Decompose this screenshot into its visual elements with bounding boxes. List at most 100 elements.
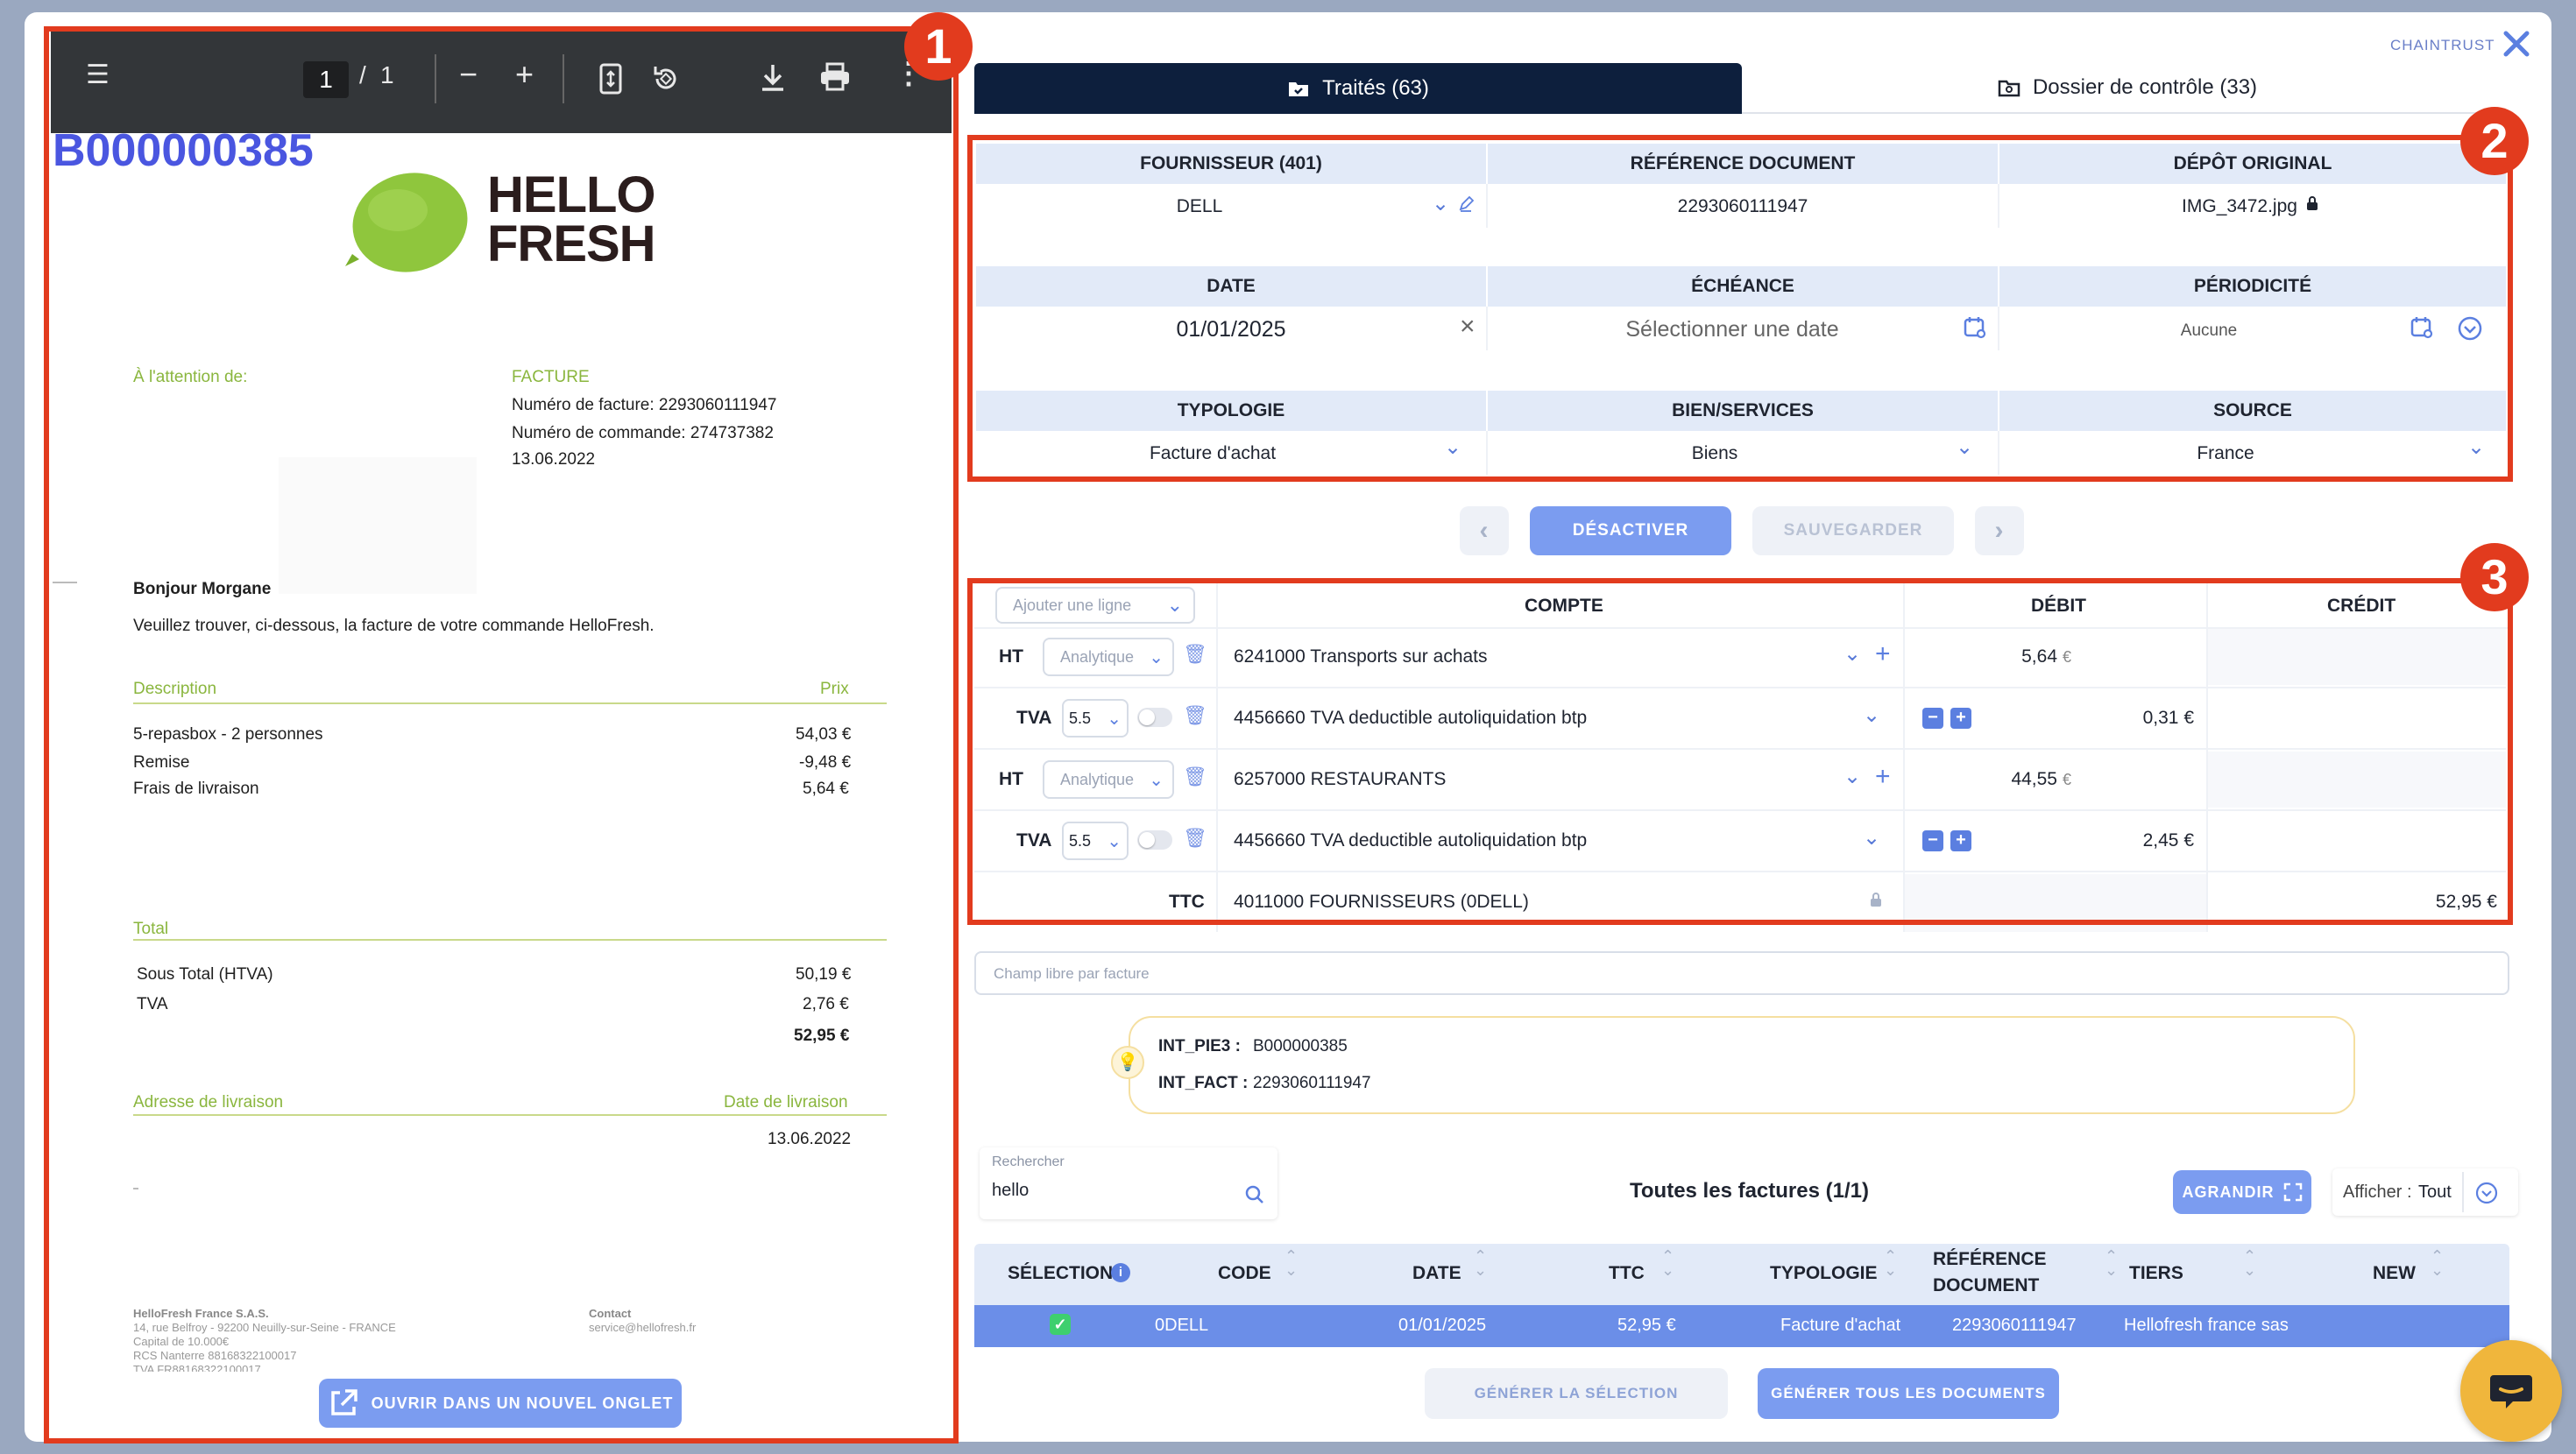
col-typologie[interactable]: TYPOLOGIE (1770, 1263, 1878, 1284)
chevron-down-icon[interactable]: ⌄ (1432, 191, 1449, 216)
calendar-search-icon[interactable] (2410, 315, 2434, 340)
entry-debit[interactable]: 44,55 (1980, 769, 2057, 790)
bien-services-select[interactable]: Biens (1488, 434, 1942, 473)
plus-button[interactable]: + (1950, 830, 1971, 851)
add-line-select[interactable]: Ajouter une ligne ⌄ (995, 587, 1195, 624)
analytique-select[interactable]: Analytique ⌄ (1043, 638, 1174, 676)
source-select[interactable]: France (1999, 434, 2452, 473)
tab-dossier-controle[interactable]: Dossier de contrôle (33) (1742, 63, 2513, 114)
calendar-search-icon[interactable] (1963, 315, 1987, 340)
open-new-tab-button[interactable]: OUVRIR DANS UN NOUVEL ONGLET (319, 1379, 682, 1428)
trash-icon[interactable]: 🗑 (1183, 827, 1207, 850)
chevron-circle-icon[interactable] (2474, 1181, 2499, 1205)
chat-widget-button[interactable] (2460, 1340, 2562, 1442)
col-tiers[interactable]: TIERS (2129, 1263, 2183, 1284)
sauvegarder-button[interactable]: SAUVEGARDER (1752, 506, 1954, 555)
generer-tous-button[interactable]: GÉNÉRER TOUS LES DOCUMENTS (1758, 1368, 2059, 1419)
date-input[interactable]: 01/01/2025 (976, 310, 1486, 349)
entry-credit[interactable]: 2,45 € (2103, 830, 2194, 851)
col-new[interactable]: NEW (2373, 1263, 2416, 1284)
entry-account[interactable]: 6241000 Transports sur achats (1234, 646, 1488, 667)
chevron-down-icon[interactable]: ⌄ (1844, 764, 1861, 789)
generer-selection-button[interactable]: GÉNÉRER LA SÉLECTION (1425, 1368, 1728, 1419)
tva-toggle[interactable] (1137, 708, 1172, 727)
plus-icon[interactable]: + (1875, 639, 1891, 669)
menu-icon[interactable]: ☰ (86, 60, 110, 90)
echeance-date-picker[interactable]: Sélectionner une date (1488, 310, 1977, 349)
trash-icon[interactable]: 🗑 (1183, 643, 1207, 666)
col-document[interactable]: DOCUMENT (1933, 1275, 2039, 1296)
desactiver-button[interactable]: DÉSACTIVER (1530, 506, 1731, 555)
fit-page-icon[interactable] (599, 63, 622, 95)
tva-rate-select[interactable]: 5.5 ⌄ (1062, 699, 1129, 738)
chevron-down-icon[interactable]: ⌄ (1863, 825, 1880, 851)
pdf-toolbar: ☰ 1 / 1 − + ⋮ (51, 26, 952, 133)
chevron-down-icon[interactable]: ⌄ (1863, 702, 1880, 728)
tva-toggle[interactable] (1137, 830, 1172, 850)
row-ttc: 52,95 € (1617, 1316, 1676, 1335)
chevron-down-icon[interactable]: ⌄ (1844, 641, 1861, 667)
page-separator: / (359, 61, 366, 88)
entry-account[interactable]: 6257000 RESTAURANTS (1234, 769, 1446, 790)
entry-account[interactable]: 4456660 TVA deductible autoliquidation b… (1234, 708, 1587, 729)
chevron-circle-icon[interactable] (2457, 315, 2483, 342)
search-input[interactable]: hello (992, 1181, 1029, 1201)
zoom-in-icon[interactable]: + (515, 56, 534, 93)
row-date: 01/01/2025 (1398, 1316, 1487, 1335)
sort-icon[interactable]: ⌃ ⌄ (1661, 1248, 1674, 1278)
entry-credit[interactable]: 0,31 € (2103, 708, 2194, 729)
trash-icon[interactable]: 🗑 (1183, 704, 1207, 727)
sort-icon[interactable]: ⌃ ⌄ (1884, 1248, 1897, 1278)
next-button[interactable]: › (1975, 506, 2024, 555)
periodicite-select[interactable]: Aucune (1999, 312, 2418, 350)
free-field-input[interactable]: Champ libre par facture (974, 951, 2509, 995)
page-number-input[interactable]: 1 (303, 61, 349, 98)
greeting: Bonjour Morgane (133, 580, 272, 598)
entry-debit[interactable]: 5,64 (1980, 646, 2057, 667)
col-date[interactable]: DATE (1412, 1263, 1461, 1284)
sort-icon[interactable]: ⌃ ⌄ (2431, 1248, 2444, 1278)
line-item-label: 5-repasbox - 2 personnes (133, 725, 323, 744)
previous-button[interactable]: ‹ (1460, 506, 1509, 555)
zoom-out-icon[interactable]: − (459, 56, 478, 93)
analytique-select[interactable]: Analytique ⌄ (1043, 760, 1174, 799)
chevron-down-icon[interactable]: ⌄ (1444, 434, 1461, 460)
sort-icon[interactable]: ⌃ ⌄ (2243, 1248, 2256, 1278)
col-reference[interactable]: RÉFÉRENCE (1933, 1249, 2047, 1270)
tva-rate-select[interactable]: 5.5 ⌄ (1062, 822, 1129, 860)
col-ttc[interactable]: TTC (1609, 1263, 1645, 1284)
footer-address: 14, rue Belfroy - 92200 Neuilly-sur-Sein… (133, 1321, 396, 1334)
chevron-down-icon[interactable]: ⌄ (2467, 434, 2485, 460)
rotate-icon[interactable] (650, 63, 682, 95)
typologie-select[interactable]: Facture d'achat (976, 434, 1449, 473)
print-icon[interactable] (818, 61, 852, 93)
facture-date: 13.06.2022 (512, 450, 596, 469)
tab-traites[interactable]: Traités (63) (974, 63, 1742, 114)
sort-icon[interactable]: ⌃ ⌄ (1474, 1248, 1487, 1278)
plus-button[interactable]: + (1950, 708, 1971, 729)
close-icon[interactable] (2502, 30, 2530, 58)
sous-total-value: 50,19 € (796, 965, 852, 984)
trash-icon[interactable]: 🗑 (1183, 766, 1207, 788)
reference-value[interactable]: 2293060111947 (1488, 187, 1998, 226)
sort-icon[interactable]: ⌃ ⌄ (1284, 1248, 1298, 1278)
plus-icon[interactable]: + (1875, 762, 1891, 792)
clear-date-icon[interactable]: × (1460, 312, 1476, 342)
minus-button[interactable]: − (1922, 830, 1943, 851)
edit-icon[interactable] (1458, 196, 1474, 212)
entry-type: TVA (1016, 708, 1052, 728)
minus-button[interactable]: − (1922, 708, 1943, 729)
download-icon[interactable] (759, 61, 787, 93)
logo-text-fresh: FRESH (487, 215, 656, 272)
info-icon[interactable]: i (1111, 1263, 1130, 1282)
chevron-down-icon[interactable]: ⌄ (1956, 434, 1973, 460)
search-label: Rechercher (992, 1154, 1065, 1169)
entry-account[interactable]: 4456660 TVA deductible autoliquidation b… (1234, 830, 1587, 851)
fournisseur-value[interactable]: DELL (976, 187, 1423, 226)
row-checkbox[interactable]: ✓ (1050, 1314, 1071, 1335)
sort-icon[interactable]: ⌃ ⌄ (2105, 1248, 2118, 1278)
search-icon[interactable] (1244, 1184, 1265, 1205)
agrandir-button[interactable]: AGRANDIR (2173, 1170, 2311, 1214)
depot-value[interactable]: IMG_3472.jpg (1999, 187, 2480, 226)
col-code[interactable]: CODE (1218, 1263, 1271, 1284)
